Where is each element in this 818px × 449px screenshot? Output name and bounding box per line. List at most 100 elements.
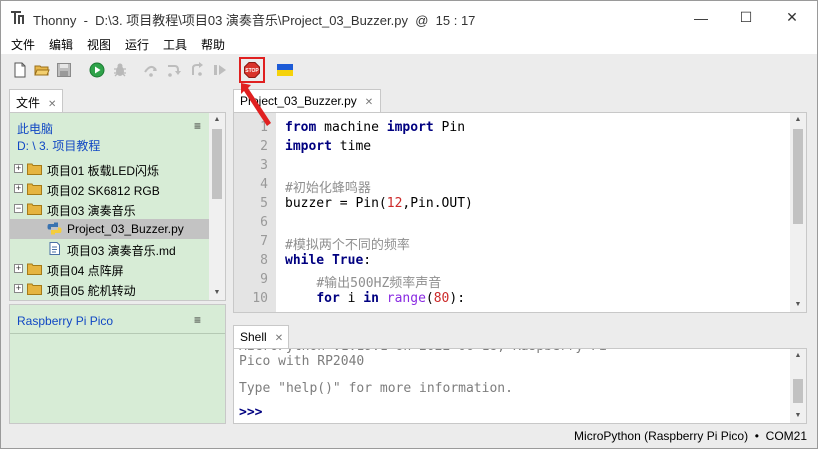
line-number: 3 [260, 158, 268, 173]
tree-item-label: 项目03 演奏音乐.md [67, 244, 176, 258]
device-panel: Raspberry Pi Pico ≡ [9, 304, 226, 424]
debug-icon[interactable] [112, 62, 128, 78]
shell-output: Type "help()" for more information. [239, 381, 513, 396]
current-directory[interactable]: D: \ 3. 项目教程 [17, 137, 100, 154]
title-separator: @ [415, 13, 429, 28]
panel-menu-icon[interactable]: ≡ [194, 119, 201, 133]
code-token: ( [425, 291, 434, 306]
expand-icon[interactable]: + [14, 284, 23, 293]
cursor-position: 15 : 17 [435, 13, 476, 28]
code-token: ): [449, 291, 466, 306]
run-icon[interactable] [89, 62, 105, 78]
open-folder-icon[interactable] [34, 62, 50, 78]
close-icon[interactable]: ✕ [48, 99, 56, 110]
new-file-icon[interactable] [12, 62, 28, 78]
code-line[interactable]: for i in range(80): [285, 291, 465, 306]
code-line[interactable]: #模拟两个不同的频率 [285, 234, 410, 253]
code-token: #输出500HZ频率声音 [316, 276, 442, 291]
editor-scrollbar[interactable]: ▲ ▼ [790, 113, 806, 312]
scroll-up-icon[interactable]: ▲ [209, 116, 225, 123]
scroll-down-icon[interactable]: ▼ [790, 301, 806, 308]
tree-item-folder[interactable]: + 项目01 板载LED闪烁 [10, 159, 209, 179]
menu-bar: 文件 编辑 视图 运行 工具 帮助 [1, 34, 817, 54]
code-line[interactable]: import time [285, 139, 371, 154]
code-line[interactable]: buzzer = Pin(12,Pin.OUT) [285, 196, 473, 211]
menu-help[interactable]: 帮助 [201, 36, 225, 53]
code-line[interactable]: #输出500HZ频率声音 [285, 272, 441, 291]
code-token: : [363, 253, 372, 268]
expand-icon[interactable]: + [14, 184, 23, 193]
document-icon [49, 242, 60, 255]
step-into-icon[interactable] [166, 62, 182, 78]
tree-item-file-selected[interactable]: Project_03_Buzzer.py [10, 219, 209, 239]
interpreter-status[interactable]: MicroPython (Raspberry Pi Pico) • COM21 [574, 429, 807, 443]
expand-icon[interactable]: + [14, 264, 23, 273]
line-number: 10 [252, 291, 268, 306]
scroll-down-icon[interactable]: ▼ [790, 412, 806, 419]
toolbar: STOP [1, 54, 817, 88]
line-number: 6 [260, 215, 268, 230]
code-token: #初始化蜂鸣器 [285, 181, 371, 196]
shell-prompt[interactable]: >>> [239, 405, 262, 420]
minimize-button[interactable]: — [678, 1, 724, 34]
save-icon[interactable] [56, 62, 72, 78]
scroll-up-icon[interactable]: ▲ [790, 116, 806, 123]
shell-tab-label: Shell [240, 330, 267, 344]
shell-console[interactable]: MicroPython v1.19.1 on 2022-06-18; Raspb… [233, 348, 807, 424]
tree-item-file[interactable]: 项目03 演奏音乐.md [10, 239, 209, 259]
menu-edit[interactable]: 编辑 [49, 36, 73, 53]
tree-item-folder[interactable]: + 项目05 舵机转动 [10, 279, 209, 299]
editor-tabbar: Project_03_Buzzer.py ✕ [233, 89, 813, 113]
file-path: D:\3. 项目教程\项目03 演奏音乐\Project_03_Buzzer.p… [95, 13, 408, 28]
collapse-icon[interactable]: − [14, 204, 23, 213]
folder-icon [27, 203, 42, 215]
step-out-icon[interactable] [189, 62, 205, 78]
tree-item-folder-open[interactable]: − 项目03 演奏音乐 [10, 199, 209, 219]
code-token: from [285, 120, 317, 135]
tree-item-folder[interactable]: + 项目04 点阵屏 [10, 259, 209, 279]
menu-tools[interactable]: 工具 [163, 36, 187, 53]
code-editor[interactable]: 1 2 3 4 5 6 7 8 9 10 from machine import Pin impor… [233, 112, 807, 313]
code-token: import [285, 139, 332, 154]
line-number: 8 [260, 253, 268, 268]
scroll-down-icon[interactable]: ▼ [209, 289, 225, 296]
code-token: #模拟两个不同的频率 [285, 238, 410, 253]
line-number: 9 [260, 272, 268, 287]
shell-scrollbar[interactable]: ▲ ▼ [790, 349, 806, 423]
code-line[interactable]: while True: [285, 253, 371, 268]
panel-menu-icon[interactable]: ≡ [194, 313, 201, 327]
thonny-window: Thonny - D:\3. 项目教程\项目03 演奏音乐\Project_03… [0, 0, 818, 449]
tab-files[interactable]: 文件 ✕ [9, 89, 63, 113]
ukraine-flag-icon[interactable] [277, 62, 293, 78]
line-number: 4 [260, 177, 268, 192]
menu-run[interactable]: 运行 [125, 36, 149, 53]
resume-icon[interactable] [212, 62, 228, 78]
menu-view[interactable]: 视图 [87, 36, 111, 53]
scroll-thumb[interactable] [793, 379, 803, 403]
files-scrollbar[interactable]: ▲ ▼ [209, 113, 225, 300]
close-icon[interactable]: ✕ [275, 333, 283, 344]
folder-icon [27, 183, 42, 195]
tree-item-label: 项目02 SK6812 RGB [47, 184, 160, 198]
shell-output: Pico with RP2040 [239, 354, 365, 369]
close-button[interactable]: ✕ [769, 1, 815, 34]
step-over-icon[interactable] [143, 62, 159, 78]
code-line[interactable]: from machine import Pin [285, 120, 465, 135]
scroll-up-icon[interactable]: ▲ [790, 352, 806, 359]
line-number: 5 [260, 196, 268, 211]
scroll-thumb[interactable] [793, 129, 803, 224]
tree-item-folder[interactable]: + 项目02 SK6812 RGB [10, 179, 209, 199]
this-computer-label: 此电脑 [17, 122, 54, 136]
menu-file[interactable]: 文件 [11, 36, 35, 53]
folder-icon [27, 283, 42, 295]
tree-item-label: 项目03 演奏音乐 [47, 204, 136, 218]
maximize-button[interactable]: ☐ [723, 1, 769, 34]
status-bar: MicroPython (Raspberry Pi Pico) • COM21 [1, 425, 817, 448]
expand-icon[interactable]: + [14, 164, 23, 173]
tree-item-label: Project_03_Buzzer.py [67, 222, 184, 236]
scroll-thumb[interactable] [212, 129, 222, 199]
tab-shell[interactable]: Shell ✕ [233, 325, 289, 349]
code-token: 80 [433, 291, 450, 306]
close-icon[interactable]: ✕ [365, 97, 373, 108]
code-line[interactable]: #初始化蜂鸣器 [285, 177, 371, 196]
